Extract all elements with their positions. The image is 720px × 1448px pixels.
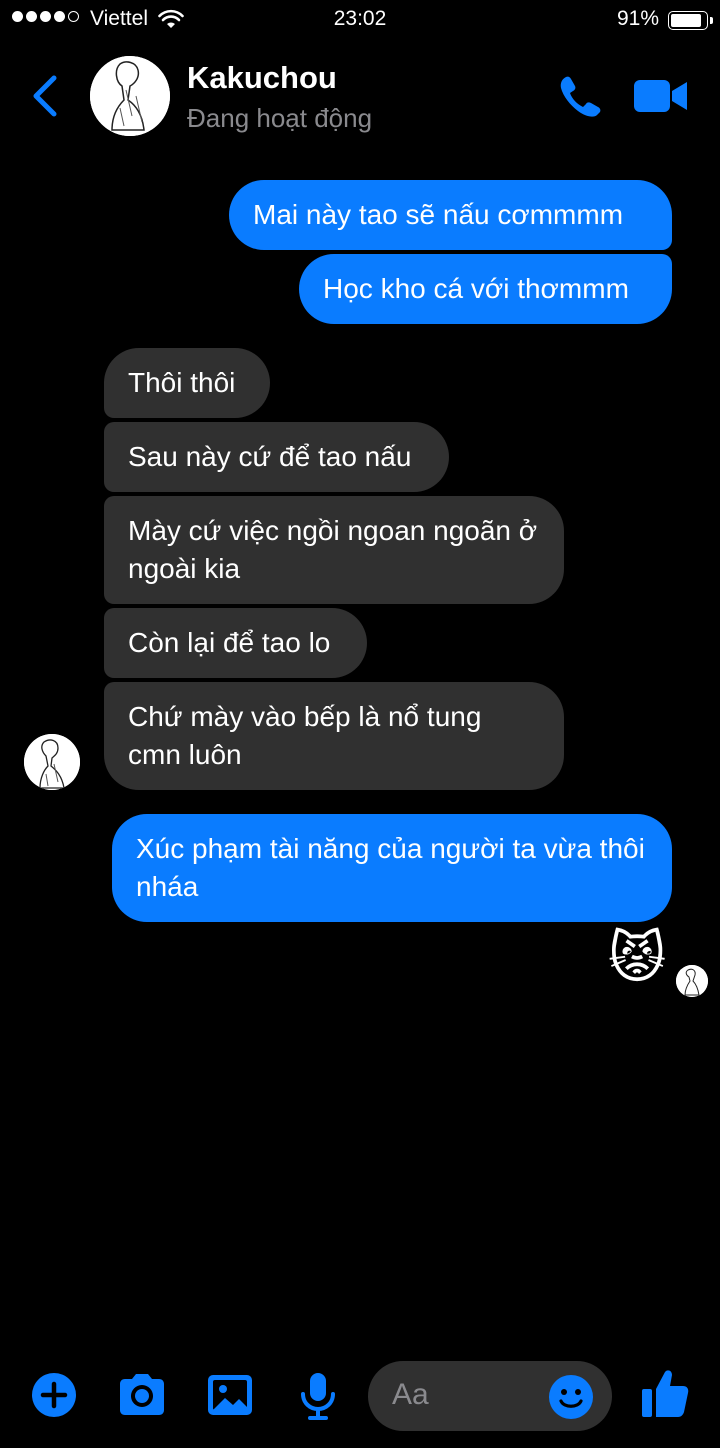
sender-avatar[interactable] (24, 734, 80, 790)
incoming-message[interactable]: Thôi thôi (104, 348, 270, 418)
emoji-message[interactable]: 😾 (604, 924, 670, 994)
read-receipt-avatar (676, 965, 708, 997)
camera-icon[interactable] (116, 1372, 168, 1418)
outgoing-message[interactable]: Học kho cá với thơmmm (299, 254, 672, 324)
thumbs-up-icon[interactable] (640, 1367, 690, 1419)
chevron-left-icon[interactable] (28, 74, 62, 118)
phone-icon[interactable] (556, 74, 604, 118)
message-input-placeholder: Aa (392, 1378, 429, 1411)
battery-tip (710, 17, 713, 24)
smiley-icon[interactable] (548, 1374, 594, 1420)
outgoing-message[interactable]: Xúc phạm tài năng của người ta vừa thôi … (112, 814, 672, 922)
video-camera-icon[interactable] (632, 76, 690, 116)
battery-level (671, 14, 701, 27)
incoming-message[interactable]: Còn lại để tao lo (104, 608, 367, 678)
incoming-message[interactable]: Sau này cứ để tao nấu (104, 422, 449, 492)
clock: 23:02 (333, 7, 387, 30)
battery-icon (668, 11, 708, 30)
image-icon[interactable] (206, 1372, 254, 1418)
presence-status: Đang hoạt động (187, 103, 373, 133)
microphone-icon[interactable] (298, 1372, 338, 1422)
outgoing-message[interactable]: Mai này tao sẽ nấu cơmmmm (229, 180, 672, 250)
contact-avatar[interactable] (90, 56, 170, 136)
contact-name: Kakuchou (187, 60, 337, 95)
incoming-message[interactable]: Chứ mày vào bếp là nổ tung cmn luôn (104, 682, 564, 790)
incoming-message[interactable]: Mày cứ việc ngồi ngoan ngoãn ở ngoài kia (104, 496, 564, 604)
plus-icon[interactable] (31, 1372, 77, 1418)
battery-percent: 91% (617, 7, 660, 30)
status-bar: Viettel 23:02 91% (0, 0, 720, 40)
